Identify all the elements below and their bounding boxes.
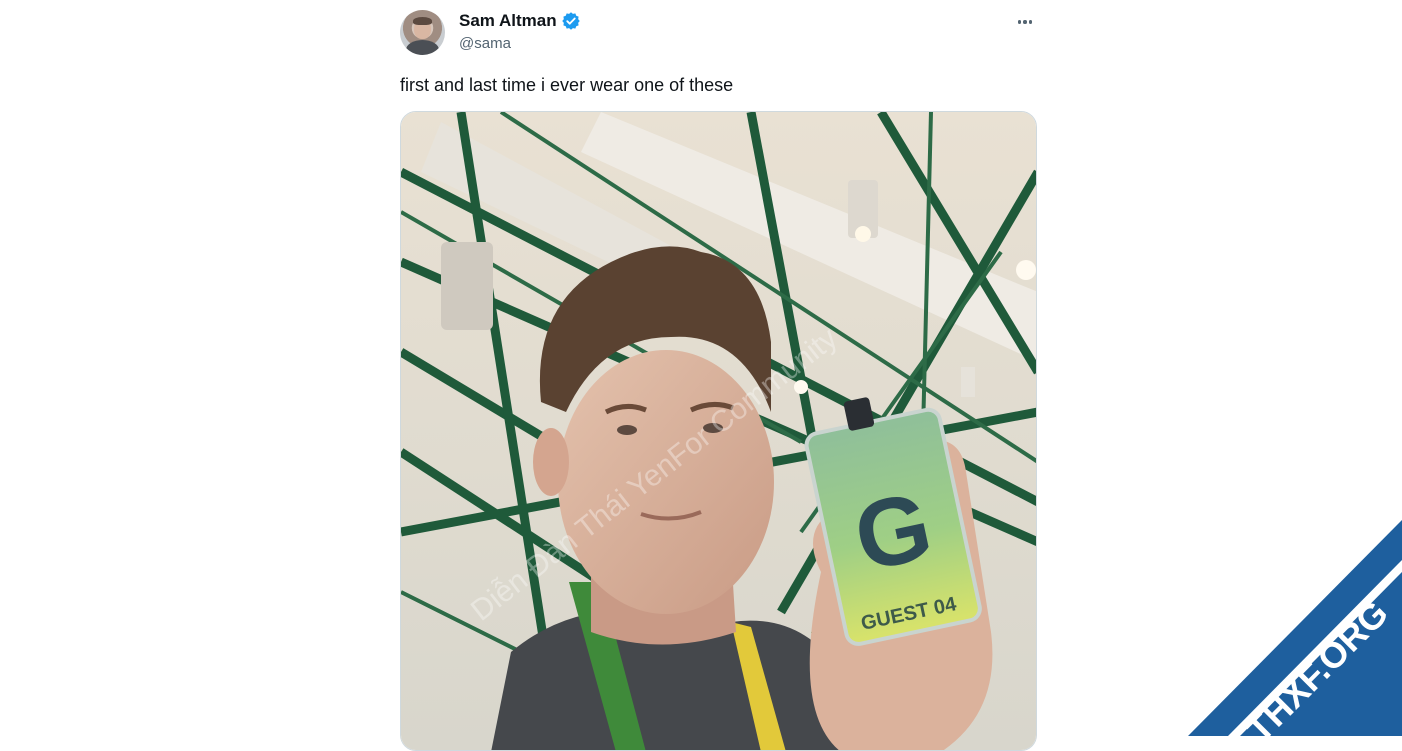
- author-name-row[interactable]: Sam Altman: [459, 11, 581, 31]
- verified-check-icon: [561, 11, 581, 31]
- tweet-photo[interactable]: G GUEST 04 Diễn Đàn Thái YenFor Communit…: [400, 111, 1037, 751]
- tweet-card: Sam Altman @sama first and last time i e…: [400, 0, 1037, 751]
- avatar[interactable]: [400, 10, 445, 55]
- author-display-name[interactable]: Sam Altman: [459, 11, 557, 31]
- tweet-text: first and last time i ever wear one of t…: [400, 75, 734, 95]
- more-horizontal-icon[interactable]: [1013, 10, 1037, 34]
- author-handle[interactable]: @sama: [459, 35, 511, 52]
- thxf-corner-badge: THXF.ORG: [1188, 520, 1402, 736]
